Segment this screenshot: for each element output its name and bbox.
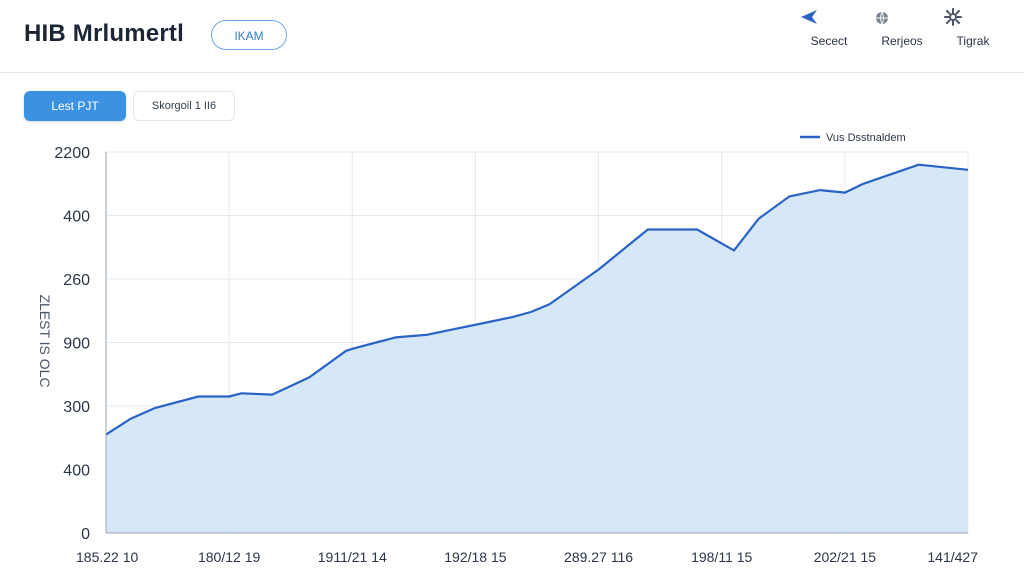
series-area-fill (106, 164, 968, 533)
skorgoil-button[interactable]: Skorgoil 1 II6 (133, 91, 235, 121)
tigrak-button[interactable]: Tigrak (941, 4, 1005, 56)
x-tick-label: 192/18 15 (444, 549, 506, 565)
y-tick-label: 260 (63, 272, 90, 289)
x-axis-ticks: 185.22 10 180/12 19 1911/21 14 192/18 15 289… (76, 549, 978, 565)
y-tick-label: 0 (81, 526, 90, 543)
legend-entry: Vus Dsstnaldem (826, 132, 906, 144)
x-tick-label: 180/12 19 (198, 549, 260, 565)
x-tick-label: 185.22 10 (76, 549, 138, 565)
x-tick-label: 289.27 116 (564, 549, 633, 565)
x-tick-label: 198/11 15 (691, 549, 752, 565)
secect-label: Secect (810, 34, 848, 48)
y-axis-label: ZLEST IS OLC (37, 294, 53, 387)
y-tick-label: 2200 (54, 145, 90, 162)
legend: Vus Dsstnaldem (800, 132, 906, 144)
area-chart: 04003009002604002200 185.22 10 180/12 19 1… (37, 132, 978, 565)
lest-pjt-button[interactable]: Lest PJT (24, 91, 126, 121)
y-tick-label: 300 (63, 399, 90, 416)
x-tick-label: 141/427 (927, 549, 978, 565)
page-title: HIB Mrlumertl (24, 20, 184, 47)
gear-icon (944, 8, 962, 26)
app-header: HIB Mrlumertl IKAM Secect Rerjeos Tigrak (0, 0, 1024, 73)
y-tick-label: 400 (63, 463, 90, 480)
send-icon (801, 10, 817, 24)
rerjeos-button[interactable]: Rerjeos (870, 4, 934, 56)
y-tick-label: 400 (63, 209, 90, 226)
header-pill-button[interactable]: IKAM (211, 20, 287, 50)
rerjeos-label: Rerjeos (881, 34, 923, 48)
tigrak-label: Tigrak (956, 34, 990, 48)
x-tick-label: 202/21 15 (814, 549, 876, 565)
globe-icon (876, 11, 888, 25)
y-tick-label: 900 (63, 336, 90, 353)
x-tick-label: 1911/21 14 (318, 549, 387, 565)
y-axis-ticks: 0 400 300 900 260 400 2200 (54, 145, 90, 543)
secect-button[interactable]: Secect (797, 4, 861, 56)
